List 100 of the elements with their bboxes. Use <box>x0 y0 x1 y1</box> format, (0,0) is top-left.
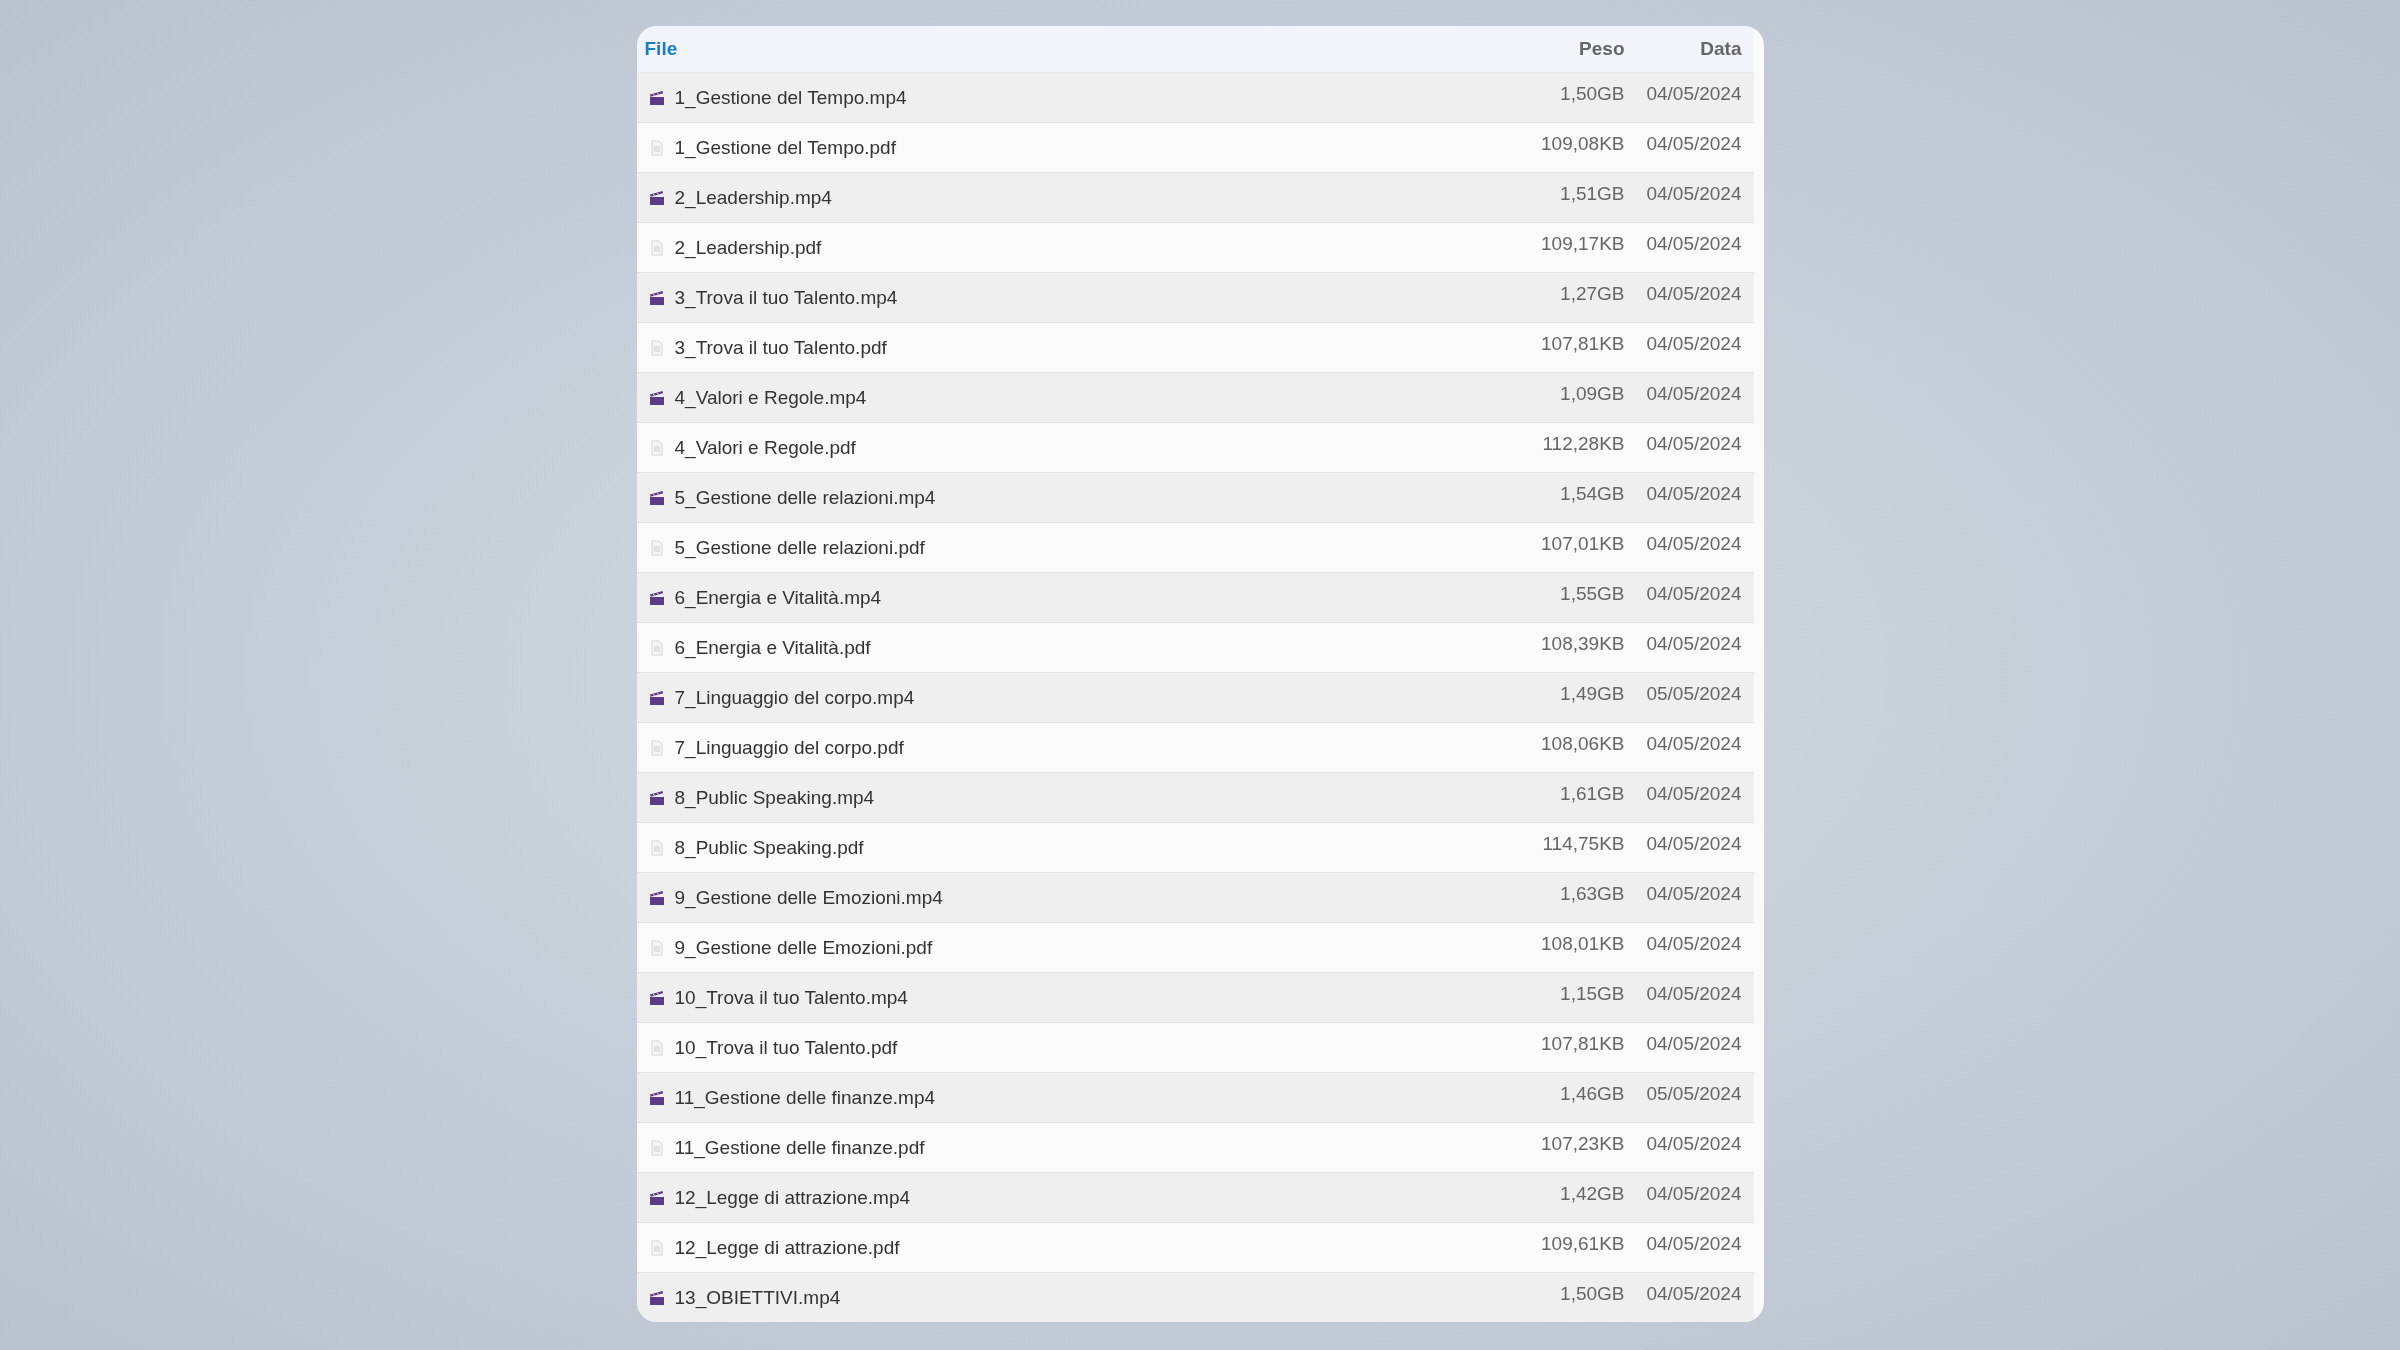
file-date: 04/05/2024 <box>1645 132 1742 155</box>
clapperboard-icon <box>648 989 665 1006</box>
clapperboard-icon <box>648 89 665 106</box>
document-icon <box>648 1239 665 1256</box>
file-name: 1_Gestione del Tempo.pdf <box>674 136 896 159</box>
file-date: 04/05/2024 <box>1645 782 1742 805</box>
file-size: 114,75KB <box>1541 832 1625 855</box>
file-name: 2_Leadership.pdf <box>674 236 822 259</box>
file-name: 12_Legge di attrazione.mp4 <box>674 1186 911 1209</box>
file-name: 9_Gestione delle Emozioni.mp4 <box>674 886 943 909</box>
file-date: 04/05/2024 <box>1645 432 1742 455</box>
clapperboard-icon <box>648 789 665 806</box>
file-size: 107,01KB <box>1540 532 1625 555</box>
file-row[interactable]: 4_Valori e Regole.mp4 1,09GB 04/05/2024 <box>636 373 1754 423</box>
file-row[interactable]: 6_Energia e Vitalità.mp4 1,55GB 04/05/2024 <box>636 573 1754 623</box>
file-size: 1,42GB <box>1559 1182 1625 1205</box>
document-icon <box>648 139 665 156</box>
clapperboard-icon <box>648 1289 665 1306</box>
file-size: 107,23KB <box>1540 1132 1625 1155</box>
file-name: 11_Gestione delle finanze.mp4 <box>674 1086 936 1109</box>
file-row[interactable]: 12_Legge di attrazione.mp4 1,42GB 04/05/2024 <box>636 1173 1754 1223</box>
file-date: 04/05/2024 <box>1645 1182 1742 1205</box>
file-row[interactable]: 10_Trova il tuo Talento.mp4 1,15GB 04/05/2024 <box>636 973 1754 1023</box>
file-name: 7_Linguaggio del corpo.pdf <box>674 736 904 759</box>
file-name: 8_Public Speaking.pdf <box>674 836 864 859</box>
document-icon <box>648 539 665 556</box>
file-size: 108,01KB <box>1540 932 1625 955</box>
column-header[interactable]: File <box>644 38 1475 60</box>
clapperboard-icon <box>648 589 665 606</box>
file-date: 04/05/2024 <box>1645 932 1742 955</box>
file-name: 5_Gestione delle relazioni.mp4 <box>674 486 936 509</box>
file-size: 1,50GB <box>1559 82 1625 105</box>
document-icon <box>648 639 665 656</box>
file-name: 9_Gestione delle Emozioni.pdf <box>674 936 933 959</box>
file-name: 10_Trova il tuo Talento.mp4 <box>674 986 908 1009</box>
file-size: 1,49GB <box>1559 682 1625 705</box>
document-icon <box>648 1139 665 1156</box>
column-header[interactable]: Peso <box>1474 38 1625 60</box>
file-name: 5_Gestione delle relazioni.pdf <box>674 536 925 559</box>
file-name: 6_Energia e Vitalità.mp4 <box>674 586 882 609</box>
file-size: 1,09GB <box>1559 382 1625 405</box>
file-size: 112,28KB <box>1541 432 1625 455</box>
document-icon <box>648 339 665 356</box>
document-icon <box>648 439 665 456</box>
file-size: 1,51GB <box>1559 182 1625 205</box>
file-name: 10_Trova il tuo Talento.pdf <box>674 1036 898 1059</box>
clapperboard-icon <box>648 289 665 306</box>
document-icon <box>648 1039 665 1056</box>
file-size: 109,17KB <box>1540 232 1625 255</box>
file-date: 04/05/2024 <box>1645 82 1742 105</box>
file-date: 04/05/2024 <box>1645 832 1742 855</box>
file-size: 1,15GB <box>1559 982 1625 1005</box>
file-date: 04/05/2024 <box>1645 582 1742 605</box>
clapperboard-icon <box>648 389 665 406</box>
file-name: 3_Trova il tuo Talento.mp4 <box>674 286 898 309</box>
file-size: 1,27GB <box>1559 282 1625 305</box>
file-size: 1,54GB <box>1559 482 1625 505</box>
file-row[interactable]: 3_Trova il tuo Talento.mp4 1,27GB 04/05/2024 <box>636 273 1754 323</box>
file-date: 04/05/2024 <box>1645 1132 1742 1155</box>
file-date: 04/05/2024 <box>1645 482 1742 505</box>
file-date: 04/05/2024 <box>1645 632 1742 655</box>
document-icon <box>648 239 665 256</box>
column-header[interactable]: Data <box>1624 38 1742 60</box>
file-row[interactable]: 2_Leadership.mp4 1,51GB 04/05/2024 <box>636 173 1754 223</box>
file-date: 04/05/2024 <box>1645 382 1742 405</box>
file-size: 109,08KB <box>1540 132 1625 155</box>
file-date: 04/05/2024 <box>1645 332 1742 355</box>
clapperboard-icon <box>648 189 665 206</box>
file-date: 04/05/2024 <box>1645 182 1742 205</box>
file-date: 04/05/2024 <box>1645 1232 1742 1255</box>
file-row[interactable]: 9_Gestione delle Emozioni.mp4 1,63GB 04/05/2024 <box>636 873 1754 923</box>
document-icon <box>648 839 665 856</box>
file-name: 2_Leadership.mp4 <box>674 186 832 209</box>
file-date: 04/05/2024 <box>1645 882 1742 905</box>
file-size: 1,55GB <box>1559 582 1625 605</box>
file-name: 8_Public Speaking.mp4 <box>674 786 875 809</box>
file-date: 04/05/2024 <box>1645 282 1742 305</box>
file-size: 108,06KB <box>1540 732 1625 755</box>
file-name: 13_OBIETTIVI.mp4 <box>674 1286 841 1309</box>
file-name: 11_Gestione delle finanze.pdf <box>674 1136 925 1159</box>
file-size: 1,61GB <box>1559 782 1625 805</box>
file-size: 1,46GB <box>1559 1082 1625 1105</box>
file-row[interactable]: 1_Gestione del Tempo.mp4 1,50GB 04/05/2024 <box>636 73 1754 123</box>
document-icon <box>648 939 665 956</box>
file-row[interactable]: 11_Gestione delle finanze.mp4 1,46GB 05/05/2024 <box>636 1073 1754 1123</box>
file-row[interactable]: 8_Public Speaking.mp4 1,61GB 04/05/2024 <box>636 773 1754 823</box>
file-date: 04/05/2024 <box>1645 982 1742 1005</box>
file-name: 1_Gestione del Tempo.mp4 <box>674 86 907 109</box>
file-name: 4_Valori e Regole.pdf <box>674 436 856 459</box>
file-row[interactable]: 7_Linguaggio del corpo.mp4 1,49GB 05/05/2024 <box>636 673 1754 723</box>
clapperboard-icon <box>648 1189 665 1206</box>
file-date: 04/05/2024 <box>1645 532 1742 555</box>
file-name: 12_Legge di attrazione.pdf <box>674 1236 900 1259</box>
file-size: 1,63GB <box>1559 882 1625 905</box>
file-row[interactable]: 5_Gestione delle relazioni.mp4 1,54GB 04/05/2024 <box>636 473 1754 523</box>
file-name: 3_Trova il tuo Talento.pdf <box>674 336 887 359</box>
file-size: 1,50GB <box>1559 1282 1625 1305</box>
file-row[interactable]: 13_OBIETTIVI.mp4 1,50GB 04/05/2024 <box>636 1273 1754 1322</box>
file-date: 04/05/2024 <box>1645 1282 1742 1305</box>
clapperboard-icon <box>648 889 665 906</box>
